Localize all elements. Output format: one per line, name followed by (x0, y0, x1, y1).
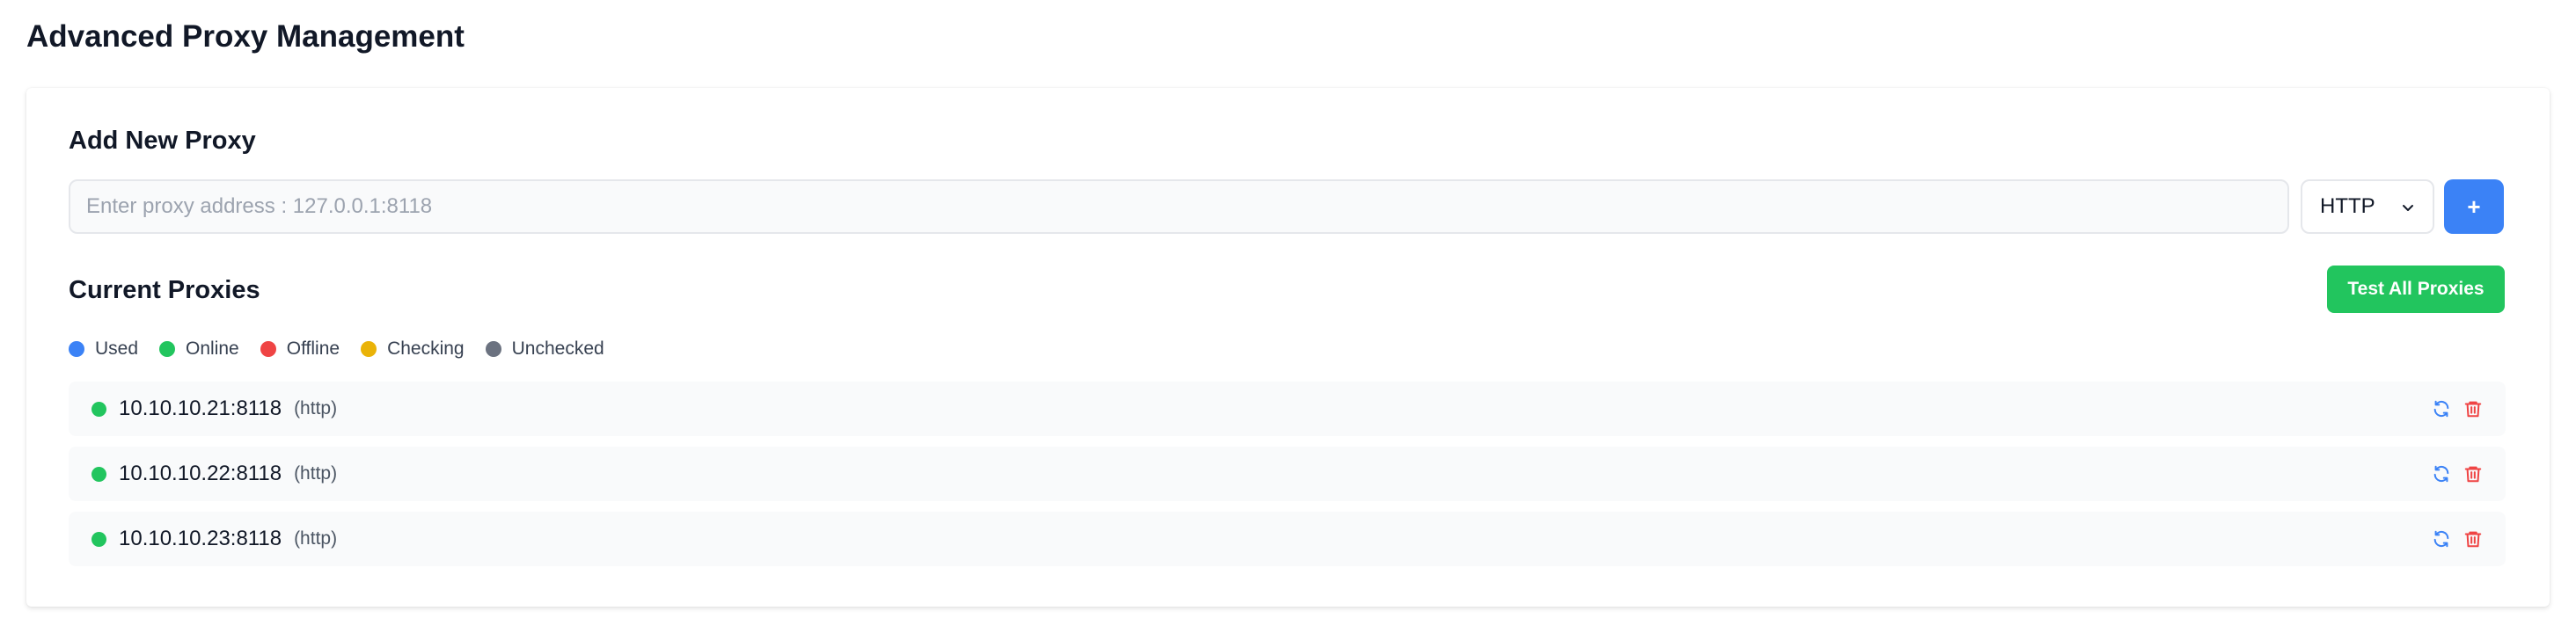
proxy-address-input[interactable] (69, 179, 2289, 234)
proxy-management-card: Add New Proxy HTTP + Current Proxies Tes… (26, 88, 2550, 607)
refresh-icon[interactable] (2430, 397, 2453, 420)
page: Advanced Proxy Management Add New Proxy … (0, 0, 2576, 633)
legend-label: Used (95, 338, 139, 359)
add-proxy-button[interactable]: + (2444, 179, 2504, 234)
trash-icon[interactable] (2462, 528, 2485, 550)
row-actions (2421, 462, 2485, 485)
status-dot-icon (91, 531, 106, 547)
legend-label: Online (186, 338, 239, 359)
proxy-address: 10.10.10.23:8118 (119, 527, 282, 550)
status-dot-icon (361, 341, 377, 357)
proxy-address: 10.10.10.21:8118 (119, 397, 282, 420)
legend-label: Offline (286, 338, 340, 359)
add-proxy-heading: Add New Proxy (69, 127, 256, 155)
trash-icon[interactable] (2462, 397, 2485, 420)
proxy-row: 10.10.10.21:8118 (http) (69, 382, 2506, 436)
status-dot-icon (91, 401, 106, 417)
legend-item-offline: Offline (260, 338, 340, 360)
proxy-type-select[interactable]: HTTP (2301, 179, 2434, 234)
legend-label: Unchecked (511, 338, 604, 359)
proxy-type: (http) (294, 398, 338, 418)
proxy-row: 10.10.10.22:8118 (http) (69, 447, 2506, 501)
proxy-type: (http) (294, 528, 338, 549)
legend-item-used: Used (69, 338, 138, 360)
proxy-type: (http) (294, 463, 338, 484)
proxy-row: 10.10.10.23:8118 (http) (69, 512, 2506, 566)
proxy-address: 10.10.10.22:8118 (119, 462, 282, 485)
status-dot-icon (260, 341, 276, 357)
trash-icon[interactable] (2462, 462, 2485, 485)
legend-item-unchecked: Unchecked (485, 338, 604, 360)
test-all-proxies-button[interactable]: Test All Proxies (2327, 266, 2505, 313)
status-dot-icon (159, 341, 176, 357)
legend-label: Checking (387, 338, 465, 359)
status-dot-icon (91, 466, 106, 482)
proxy-type-selected: HTTP (2320, 194, 2375, 218)
status-dot-icon (485, 341, 501, 357)
chevron-down-icon (2403, 205, 2413, 211)
status-dot-icon (69, 341, 84, 357)
current-proxies-heading: Current Proxies (69, 276, 260, 304)
refresh-icon[interactable] (2430, 528, 2453, 550)
page-title: Advanced Proxy Management (26, 19, 465, 54)
status-legend: Used Online Offline Checking Unchecked (69, 336, 626, 362)
legend-item-checking: Checking (361, 338, 465, 360)
row-actions (2421, 528, 2485, 550)
row-actions (2421, 397, 2485, 420)
legend-item-online: Online (159, 338, 239, 360)
refresh-icon[interactable] (2430, 462, 2453, 485)
proxy-list: 10.10.10.21:8118 (http) 10.10.10.22:8118… (69, 382, 2506, 577)
